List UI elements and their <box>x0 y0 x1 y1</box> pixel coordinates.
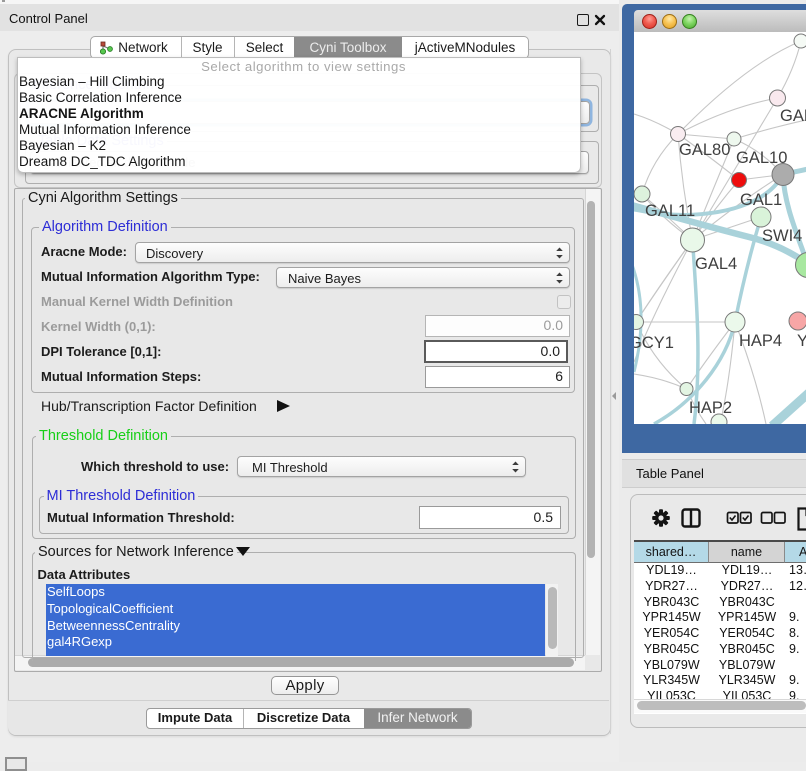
svg-text:GAL10: GAL10 <box>736 149 787 167</box>
svg-text:SWI4: SWI4 <box>762 227 802 245</box>
svg-text:GAL80: GAL80 <box>679 141 730 159</box>
svg-text:GCY1: GCY1 <box>634 334 674 352</box>
svg-text:HAP2: HAP2 <box>689 399 732 417</box>
svg-text:Y: Y <box>797 332 806 350</box>
svg-text:GAL4: GAL4 <box>695 255 737 273</box>
svg-text:GAL11: GAL11 <box>645 202 695 220</box>
svg-text:GAL1: GAL1 <box>740 191 782 209</box>
svg-text:GAL7: GAL7 <box>780 107 806 125</box>
svg-text:HAP4: HAP4 <box>739 332 782 350</box>
